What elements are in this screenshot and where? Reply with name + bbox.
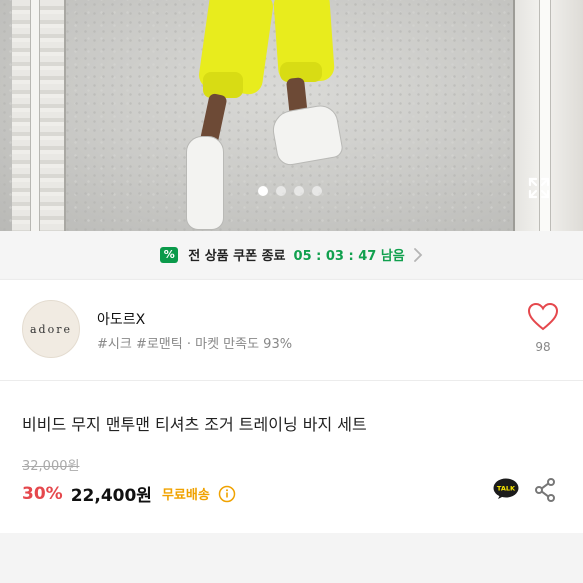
product-info-card: 비비드 무지 맨투맨 티셔츠 조거 트레이닝 바지 세트 32,000원 30%… [0, 381, 583, 533]
coupon-icon: % [160, 246, 179, 263]
share-icon[interactable] [534, 478, 556, 502]
kakaotalk-icon-label: TALK [497, 485, 516, 493]
carousel-dot[interactable] [258, 186, 268, 196]
carousel-dot[interactable] [276, 186, 286, 196]
coupon-countdown: 05 : 03 : 47 남음 [293, 249, 405, 264]
page-background [0, 533, 583, 583]
like-count: 98 [535, 340, 551, 354]
mirror-frame-left [12, 0, 66, 231]
info-icon[interactable] [218, 485, 236, 503]
product-image-carousel[interactable] [0, 0, 583, 231]
heart-icon[interactable] [527, 302, 559, 332]
shop-card[interactable]: adore 아도르X #시크 #로맨틱 · 마켓 만족도 93% 98 [0, 279, 583, 381]
expand-icon[interactable] [527, 176, 551, 200]
photo-cuff-left [203, 72, 243, 98]
chevron-right-icon [413, 247, 423, 262]
coupon-message: 전 상품 쿠폰 종료 [188, 249, 286, 264]
carousel-dot[interactable] [294, 186, 304, 196]
photo-shoe-left [186, 136, 224, 230]
shop-logo[interactable]: adore [22, 300, 80, 358]
original-price: 32,000원 [22, 459, 80, 474]
kakaotalk-icon[interactable]: TALK [493, 478, 519, 500]
product-title: 비비드 무지 맨투맨 티셔츠 조거 트레이닝 바지 세트 [22, 415, 367, 434]
free-shipping-label: 무료배송 [161, 488, 210, 503]
sale-price: 22,400원 [70, 486, 152, 506]
shop-name[interactable]: 아도르X [97, 309, 145, 329]
coupon-countdown-bar[interactable]: % 전 상품 쿠폰 종료 05 : 03 : 47 남음 [0, 231, 583, 278]
price-row: 30% 22,400원 무료배송 [22, 481, 236, 506]
carousel-indicator [258, 186, 322, 196]
discount-rate: 30% [22, 483, 63, 504]
shop-tags: #시크 #로맨틱 · 마켓 만족도 93% [97, 337, 293, 352]
carousel-dot[interactable] [312, 186, 322, 196]
